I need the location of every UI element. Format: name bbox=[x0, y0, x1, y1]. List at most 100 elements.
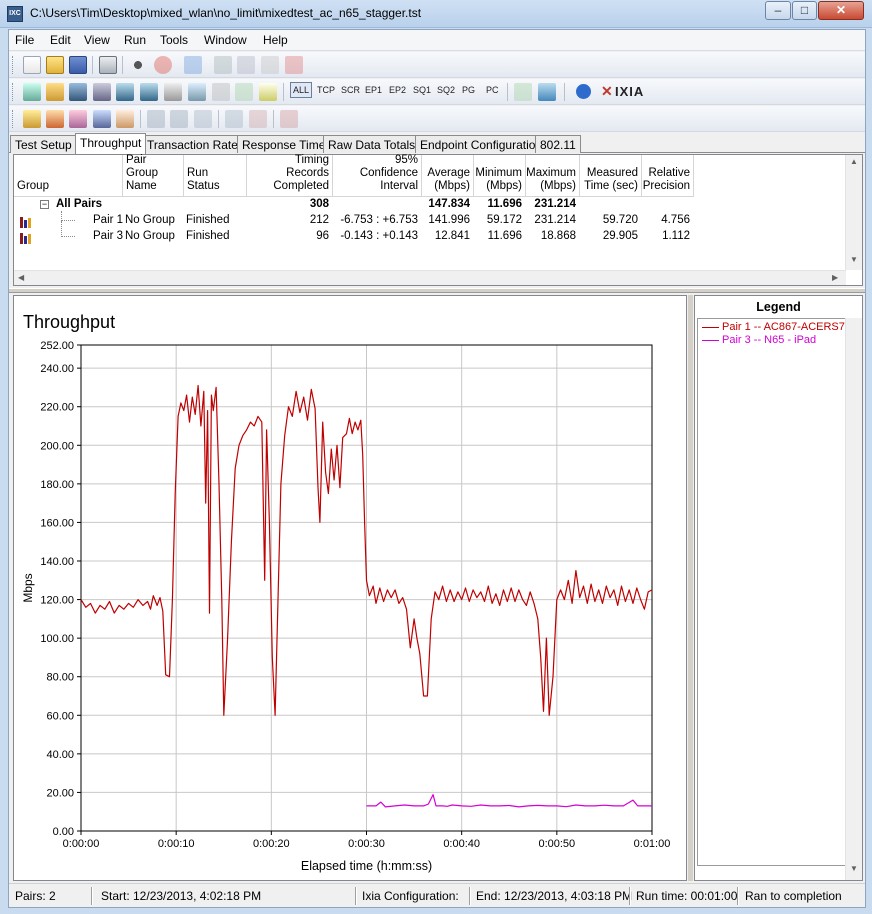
filter-ep2[interactable]: EP2 bbox=[389, 85, 406, 95]
column-header-group[interactable]: Group bbox=[14, 155, 123, 197]
minimize-button[interactable]: – bbox=[765, 1, 791, 20]
tab-endpoint-configuration[interactable]: Endpoint Configuration bbox=[415, 135, 548, 153]
legend-swatch bbox=[702, 339, 719, 341]
delete-icon[interactable] bbox=[285, 56, 303, 74]
script-icon[interactable] bbox=[188, 83, 206, 101]
edit-icon[interactable] bbox=[164, 83, 182, 101]
column-header-run-status[interactable]: Run Status bbox=[184, 155, 247, 197]
layout-grid-icon[interactable] bbox=[194, 110, 212, 128]
scroll-left-icon[interactable]: ◀ bbox=[18, 273, 24, 282]
vertical-splitter[interactable] bbox=[688, 295, 693, 881]
paste-icon[interactable] bbox=[261, 56, 279, 74]
menu-edit[interactable]: Edit bbox=[50, 33, 71, 47]
scroll-down-icon[interactable]: ▼ bbox=[850, 255, 858, 264]
new-file-icon[interactable] bbox=[23, 56, 41, 74]
scroll-up-icon[interactable]: ▲ bbox=[850, 157, 858, 166]
filter-sq2[interactable]: SQ2 bbox=[437, 85, 455, 95]
copy-icon[interactable] bbox=[237, 56, 255, 74]
print-icon[interactable] bbox=[99, 56, 117, 74]
menu-view[interactable]: View bbox=[84, 33, 110, 47]
layout-icon[interactable] bbox=[147, 110, 165, 128]
column-header-pair-group-name[interactable]: Pair Group Name bbox=[123, 154, 184, 197]
filter-ep1[interactable]: EP1 bbox=[365, 85, 382, 95]
swap-icon[interactable] bbox=[235, 83, 253, 101]
filter-pg[interactable]: PG bbox=[462, 85, 475, 95]
tab-test-setup[interactable]: Test Setup bbox=[10, 135, 77, 153]
scroll-right-icon[interactable]: ▶ bbox=[832, 273, 838, 282]
toolbar-separator bbox=[218, 110, 219, 128]
status-pairs: Pairs: 2 bbox=[15, 889, 56, 903]
status-run-time: Run time: 00:01:00 bbox=[636, 889, 738, 903]
toolbar-file bbox=[9, 52, 865, 78]
status-separator bbox=[91, 887, 93, 905]
endpoint-multi-icon[interactable] bbox=[140, 83, 158, 101]
column-header-confidence-interval[interactable]: 95% Confidence Interval bbox=[333, 154, 422, 197]
pair-name[interactable]: Pair 1 bbox=[93, 214, 123, 226]
info-icon[interactable] bbox=[576, 84, 591, 99]
open-folder-icon[interactable] bbox=[46, 56, 64, 74]
graph-icon[interactable] bbox=[69, 110, 87, 128]
topology-icon[interactable] bbox=[93, 83, 111, 101]
column-header-minimum[interactable]: Minimum (Mbps) bbox=[474, 155, 526, 197]
horizontal-splitter[interactable] bbox=[9, 288, 865, 293]
multicast-icon[interactable] bbox=[46, 83, 64, 101]
close-button[interactable]: ✕ bbox=[818, 1, 864, 20]
refresh-icon[interactable] bbox=[184, 56, 202, 74]
add-pair-icon[interactable] bbox=[23, 83, 41, 101]
palette-icon[interactable] bbox=[116, 110, 134, 128]
y-tick-label: 0.00 bbox=[53, 826, 74, 838]
menu-window[interactable]: Window bbox=[204, 33, 247, 47]
endpoint-icon[interactable] bbox=[116, 83, 134, 101]
tab-transaction-rate[interactable]: Transaction Rate bbox=[142, 135, 243, 153]
network-icon[interactable] bbox=[69, 83, 87, 101]
save-icon[interactable] bbox=[69, 56, 87, 74]
restore-button[interactable]: □ bbox=[792, 1, 817, 20]
legend-vertical-scrollbar[interactable]: ▼ bbox=[845, 318, 862, 880]
scroll-down-icon[interactable]: ▼ bbox=[850, 864, 858, 873]
pair-name[interactable]: Pair 3 bbox=[93, 230, 123, 242]
menu-run[interactable]: Run bbox=[124, 33, 146, 47]
tab-raw-data-totals[interactable]: Raw Data Totals bbox=[323, 135, 421, 153]
export-icon[interactable] bbox=[514, 83, 532, 101]
filter-all[interactable]: ALL bbox=[290, 82, 313, 98]
clear-icon[interactable] bbox=[280, 110, 298, 128]
legend-label: Pair 3 -- N65 - iPad bbox=[722, 334, 817, 346]
column-header-measured-time[interactable]: Measured Time (sec) bbox=[580, 155, 642, 197]
wand-icon[interactable] bbox=[46, 110, 64, 128]
legend-item-pair-3[interactable]: Pair 3 -- N65 - iPad bbox=[702, 334, 816, 346]
filter-scr[interactable]: SCR bbox=[341, 85, 360, 95]
x-axis-label: Elapsed time (h:mm:ss) bbox=[301, 859, 432, 873]
unzoom-icon[interactable] bbox=[249, 110, 267, 128]
filter-sq1[interactable]: SQ1 bbox=[413, 85, 431, 95]
report-icon[interactable] bbox=[538, 83, 556, 101]
layout-vertical-icon[interactable] bbox=[170, 110, 188, 128]
menu-file[interactable]: File bbox=[15, 33, 34, 47]
tab-802-11[interactable]: 802.11 bbox=[535, 135, 581, 153]
column-header-timing-records[interactable]: Timing Records Completed bbox=[247, 154, 333, 197]
column-header-average[interactable]: Average (Mbps) bbox=[422, 155, 474, 197]
relative-precision: 1.112 bbox=[662, 230, 690, 242]
grid-horizontal-scrollbar[interactable]: ◀ ▶ bbox=[14, 270, 846, 285]
stop-icon[interactable] bbox=[154, 56, 172, 74]
filter-tcp[interactable]: TCP bbox=[317, 85, 335, 95]
legend-item-pair-1[interactable]: Pair 1 -- AC867-ACERS7 bbox=[702, 321, 845, 333]
pair-bars-icon bbox=[20, 217, 31, 228]
rename-icon[interactable] bbox=[212, 83, 230, 101]
grid-vertical-scrollbar[interactable]: ▲ ▼ bbox=[845, 155, 862, 270]
column-header-maximum[interactable]: Maximum (Mbps) bbox=[526, 155, 580, 197]
cut-icon[interactable] bbox=[214, 56, 232, 74]
menu-tools[interactable]: Tools bbox=[160, 33, 188, 47]
menu-help[interactable]: Help bbox=[263, 33, 288, 47]
tab-response-time[interactable]: Response Time bbox=[237, 135, 331, 153]
sort-icon[interactable] bbox=[259, 83, 277, 101]
run-icon[interactable] bbox=[129, 56, 147, 74]
x-tick-label: 0:00:10 bbox=[158, 838, 195, 850]
filter-pc[interactable]: PC bbox=[486, 85, 499, 95]
lock-icon[interactable] bbox=[23, 110, 41, 128]
collapse-icon[interactable]: − bbox=[40, 200, 49, 209]
all-pairs-label[interactable]: All Pairs bbox=[56, 198, 102, 210]
tab-throughput[interactable]: Throughput bbox=[75, 133, 147, 154]
compare-icon[interactable] bbox=[93, 110, 111, 128]
column-header-relative-precision[interactable]: Relative Precision bbox=[642, 155, 694, 197]
zoom-icon[interactable] bbox=[225, 110, 243, 128]
